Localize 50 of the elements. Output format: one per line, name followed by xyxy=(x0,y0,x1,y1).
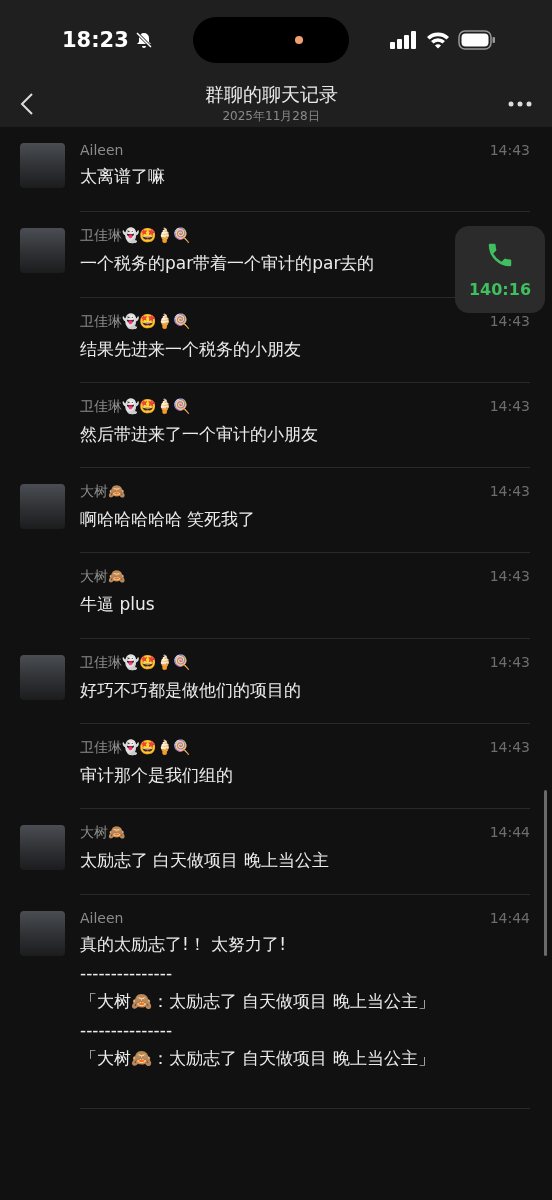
sender-name: 卫佳琳👻🤩🍦🍭 xyxy=(80,653,190,672)
message-time: 14:43 xyxy=(489,397,530,416)
sender-name: 大树🙈 xyxy=(80,824,125,843)
battery-icon xyxy=(458,30,496,50)
nav-date: 2025年11月28日 xyxy=(222,108,320,125)
message-text: 太励志了 白天做项目 晚上当公主 xyxy=(80,849,329,873)
avatar-photo[interactable] xyxy=(20,228,65,274)
message-time: 14:43 xyxy=(489,653,530,672)
sender-name: Aileen xyxy=(80,909,124,926)
message-time: 14:43 xyxy=(489,312,530,331)
message-text: --------------- xyxy=(80,962,172,983)
message-text: 一个税务的par带着一个审计的par去的 xyxy=(80,252,375,276)
message-time: 14:44 xyxy=(489,824,530,843)
call-duration: 140:16 xyxy=(468,280,532,299)
sender-name: 大树🙈 xyxy=(80,568,125,587)
sender-name: 卫佳琳👻🤩🍦🍭 xyxy=(80,227,190,246)
message-text: 啊哈哈哈哈哈 笑死我了 xyxy=(80,508,256,532)
message-text: 真的太励志了!！ 太努力了! xyxy=(80,932,287,956)
back-button[interactable] xyxy=(20,91,34,116)
nav-title: 群聊的聊天记录 xyxy=(204,82,338,107)
signal-icon xyxy=(390,31,418,49)
avatar-photo[interactable] xyxy=(20,654,65,700)
call-widget[interactable]: 140:16 xyxy=(455,226,545,313)
message-text: 太离谱了嘛 xyxy=(80,165,165,188)
message-text: 然后带进来了一个审计的小朋友 xyxy=(80,422,318,446)
message-text: --------------- xyxy=(80,1019,172,1040)
avatar-photo[interactable] xyxy=(20,825,65,871)
message-text: 结果先进来一个税务的小朋友 xyxy=(80,337,301,361)
bell-muted-icon xyxy=(134,31,153,49)
message-text: 「大树🙈：太励志了 自天做项目 晚上当公主」 xyxy=(80,989,435,1013)
message-text: 审计那个是我们组的 xyxy=(80,764,233,788)
message-time: 14:43 xyxy=(489,142,530,158)
message-time: 14:43 xyxy=(489,739,530,758)
status-time: 18:23 xyxy=(62,28,129,52)
sender-name: Aileen xyxy=(80,142,124,158)
message-text: 牛逼 plus xyxy=(80,593,155,617)
message-time: 14:43 xyxy=(489,483,530,502)
sender-name: 大树🙈 xyxy=(80,483,125,502)
avatar-photo[interactable] xyxy=(20,143,65,188)
more-button[interactable] xyxy=(508,100,532,107)
sender-name: 卫佳琳👻🤩🍦🍭 xyxy=(80,397,190,416)
avatar-photo[interactable] xyxy=(20,484,65,530)
message-text: 「大树🙈：太励志了 自天做项目 晚上当公主」 xyxy=(80,1046,435,1070)
avatar-photo[interactable] xyxy=(20,910,65,956)
sender-name: 卫佳琳👻🤩🍦🍭 xyxy=(80,739,190,758)
message-time: 14:44 xyxy=(489,909,530,926)
message-text: 好巧不巧都是做他们的项目的 xyxy=(80,678,301,702)
wifi-icon xyxy=(426,31,450,49)
message-time: 14:43 xyxy=(489,568,530,587)
sender-name: 卫佳琳👻🤩🍦🍭 xyxy=(80,312,190,331)
